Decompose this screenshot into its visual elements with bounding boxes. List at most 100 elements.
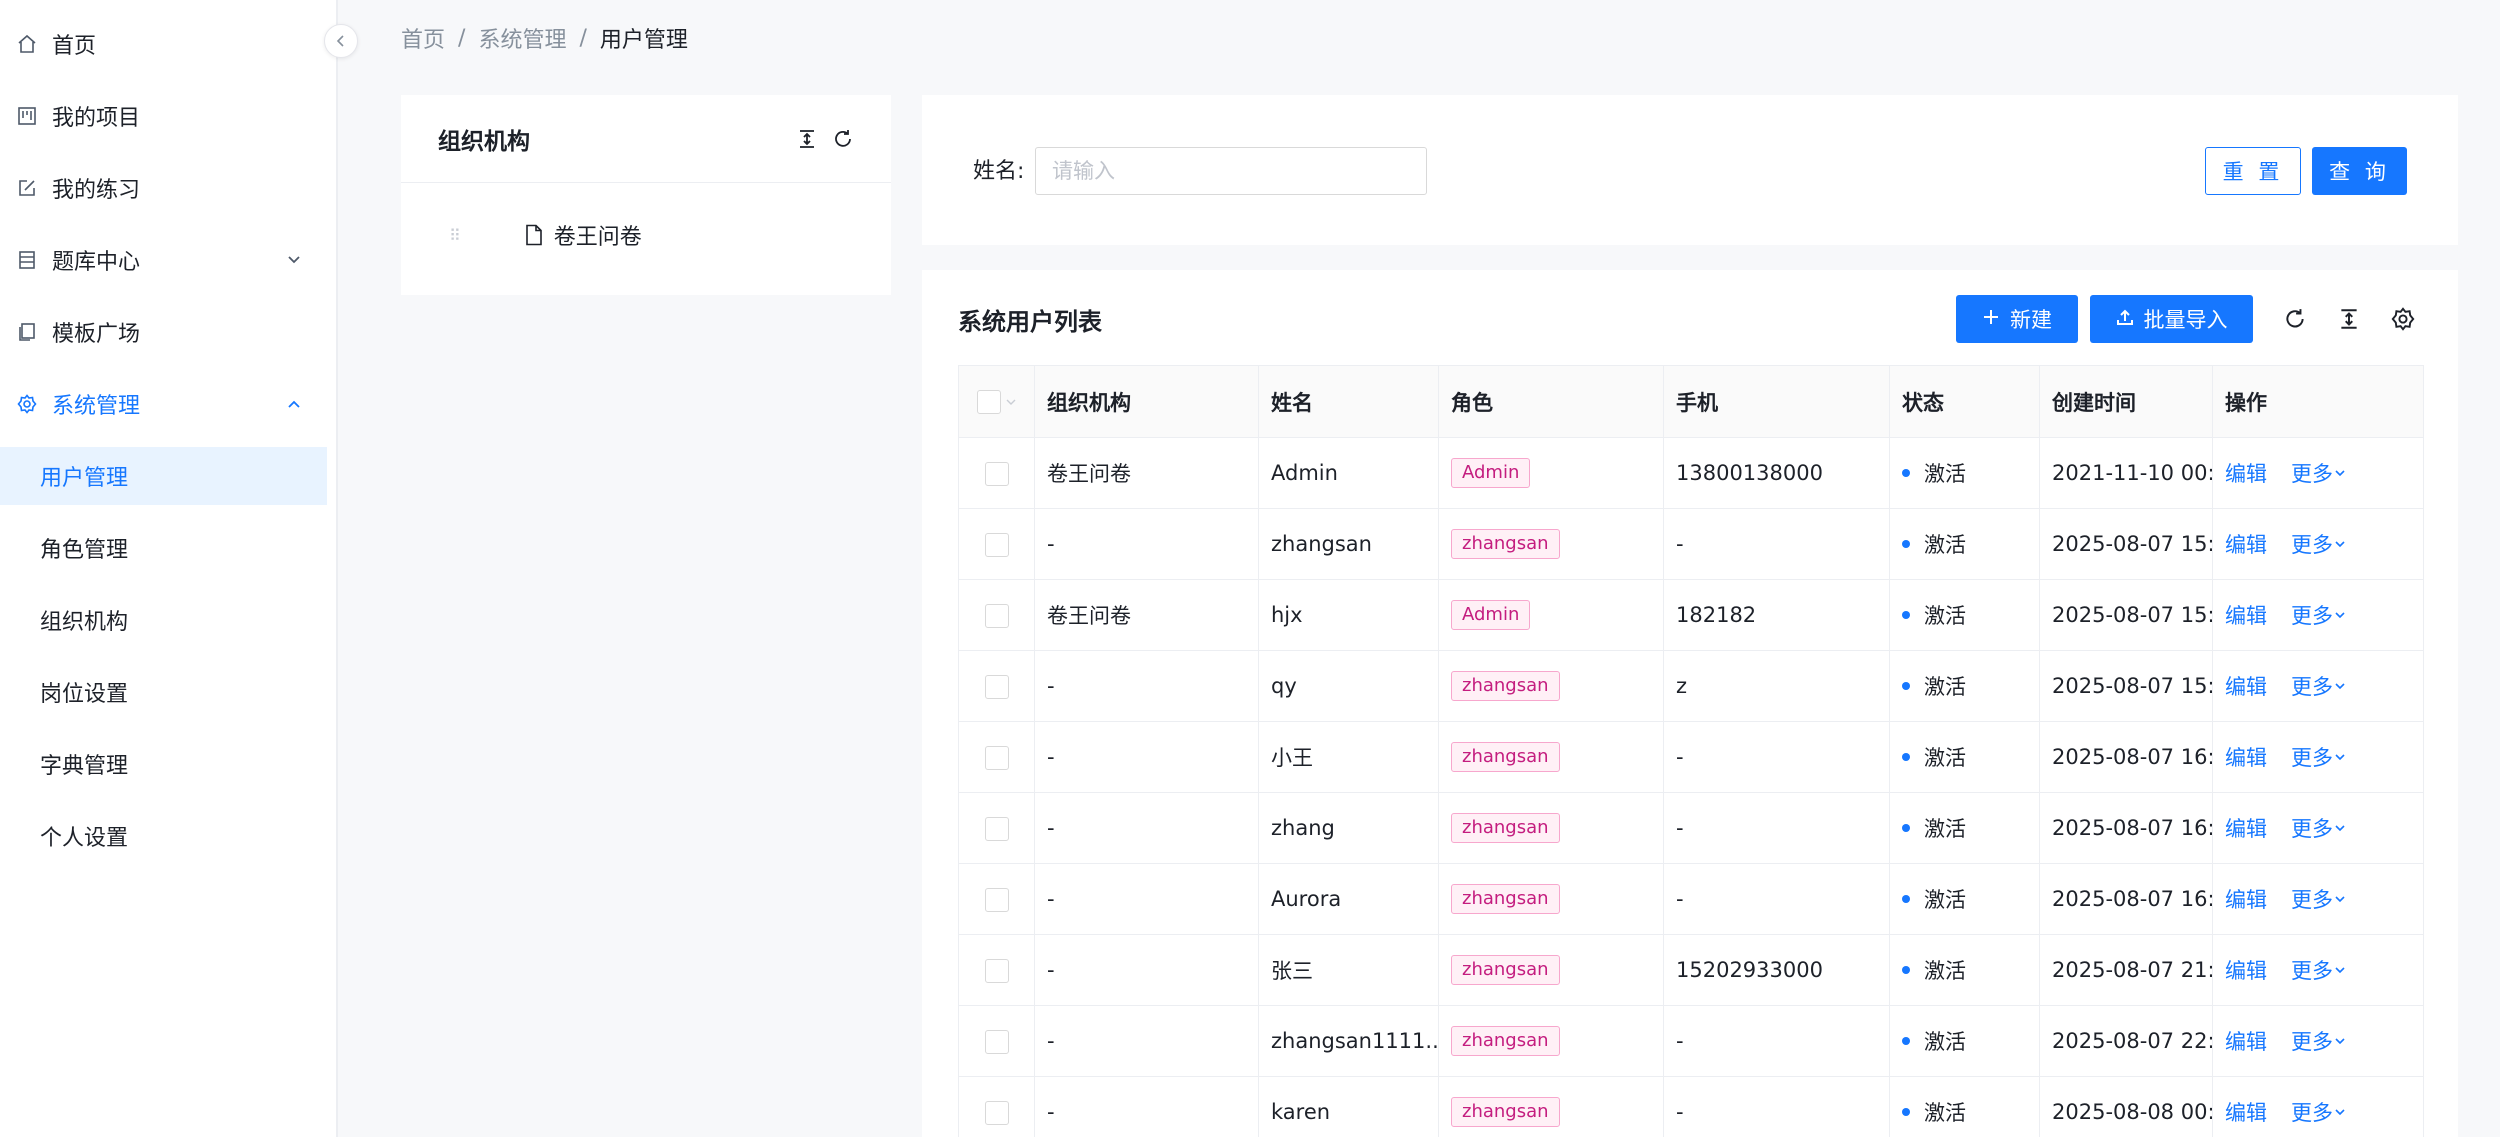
more-dropdown[interactable]: 更多 bbox=[2291, 671, 2347, 701]
plus-icon bbox=[1982, 307, 2000, 331]
row-checkbox[interactable] bbox=[984, 745, 1009, 770]
row-checkbox[interactable] bbox=[984, 1100, 1009, 1125]
org-panel-header: 组织机构 bbox=[401, 95, 891, 183]
refresh-icon[interactable] bbox=[832, 128, 854, 150]
more-dropdown[interactable]: 更多 bbox=[2291, 458, 2347, 488]
reset-button[interactable]: 重 置 bbox=[2205, 147, 2301, 195]
cell-phone: 182182 bbox=[1663, 579, 1890, 651]
edit-link[interactable]: 编辑 bbox=[2225, 533, 2267, 557]
status-text: 激活 bbox=[1924, 462, 1966, 486]
cell-org: - bbox=[1034, 792, 1259, 864]
cell-role: zhangsan bbox=[1438, 1005, 1664, 1077]
sidebar-item-profile[interactable]: 个人设置 bbox=[0, 807, 327, 865]
chevron-down-icon[interactable] bbox=[1005, 396, 1017, 408]
sidebar-item-templates[interactable]: 模板广场 bbox=[0, 303, 327, 361]
chevron-down-icon bbox=[2335, 1038, 2345, 1045]
sidebar-item-org[interactable]: 组织机构 bbox=[0, 591, 327, 649]
more-label: 更多 bbox=[2291, 817, 2333, 841]
table-row: -zhangzhangsan-激活2025-08-07 16:19编辑更多 bbox=[958, 792, 2424, 864]
row-checkbox[interactable] bbox=[984, 958, 1009, 983]
edit-link[interactable]: 编辑 bbox=[2225, 959, 2267, 983]
cell-created: 2021-11-10 00:56 bbox=[2039, 437, 2213, 509]
chevron-up-icon bbox=[285, 394, 303, 419]
more-dropdown[interactable]: 更多 bbox=[2291, 1097, 2347, 1127]
more-dropdown[interactable]: 更多 bbox=[2291, 884, 2347, 914]
select-all-checkbox[interactable] bbox=[976, 389, 1001, 414]
file-icon bbox=[524, 224, 544, 246]
sidebar-item-question-bank[interactable]: 题库中心 bbox=[0, 231, 327, 289]
row-checkbox[interactable] bbox=[984, 816, 1009, 841]
density-icon[interactable] bbox=[2336, 306, 2362, 332]
bulk-import-button[interactable]: 批量导入 bbox=[2090, 295, 2253, 343]
more-dropdown[interactable]: 更多 bbox=[2291, 955, 2347, 985]
cell-status: 激活 bbox=[1889, 508, 2040, 580]
edit-link[interactable]: 编辑 bbox=[2225, 1101, 2267, 1125]
sidebar-item-system[interactable]: 系统管理 bbox=[0, 375, 327, 433]
row-checkbox[interactable] bbox=[984, 461, 1009, 486]
cell-role: zhangsan bbox=[1438, 1076, 1664, 1137]
chevron-down-icon bbox=[285, 250, 303, 275]
cell-created: 2025-08-07 15:27 bbox=[2039, 650, 2213, 722]
collapse-all-icon[interactable] bbox=[796, 128, 818, 150]
cell-created: 2025-08-07 16:26 bbox=[2039, 863, 2213, 935]
more-label: 更多 bbox=[2291, 533, 2333, 557]
status-dot-icon bbox=[1902, 966, 1910, 974]
refresh-icon[interactable] bbox=[2282, 306, 2308, 332]
row-checkbox[interactable] bbox=[984, 1029, 1009, 1054]
row-checkbox[interactable] bbox=[984, 674, 1009, 699]
role-tag: zhangsan bbox=[1451, 955, 1560, 985]
cell-role: zhangsan bbox=[1438, 721, 1664, 793]
sidebar-item-positions[interactable]: 岗位设置 bbox=[0, 663, 327, 721]
cell-status: 激活 bbox=[1889, 1005, 2040, 1077]
row-checkbox[interactable] bbox=[984, 603, 1009, 628]
row-select-cell bbox=[958, 863, 1035, 935]
breadcrumb-separator: / bbox=[579, 25, 587, 51]
cell-name: karen bbox=[1258, 1076, 1439, 1137]
table-row: -小王zhangsan-激活2025-08-07 16:08编辑更多 bbox=[958, 721, 2424, 793]
cell-actions: 编辑 更多 bbox=[2212, 1076, 2424, 1137]
sidebar-item-roles[interactable]: 角色管理 bbox=[0, 519, 327, 577]
settings-icon[interactable] bbox=[2390, 306, 2416, 332]
chevron-down-icon bbox=[2335, 470, 2345, 477]
new-user-button[interactable]: 新建 bbox=[1956, 295, 2078, 343]
sidebar-item-users[interactable]: 用户管理 bbox=[0, 447, 327, 505]
cell-actions: 编辑 更多 bbox=[2212, 508, 2424, 580]
row-select-cell bbox=[958, 650, 1035, 722]
edit-link[interactable]: 编辑 bbox=[2225, 817, 2267, 841]
row-checkbox[interactable] bbox=[984, 887, 1009, 912]
status-dot-icon bbox=[1902, 753, 1910, 761]
column-header-created: 创建时间 bbox=[2039, 365, 2213, 438]
edit-link[interactable]: 编辑 bbox=[2225, 1030, 2267, 1054]
more-dropdown[interactable]: 更多 bbox=[2291, 742, 2347, 772]
more-dropdown[interactable]: 更多 bbox=[2291, 600, 2347, 630]
breadcrumb-system[interactable]: 系统管理 bbox=[478, 22, 566, 54]
bulk-import-label: 批量导入 bbox=[2143, 308, 2228, 332]
cell-role: zhangsan bbox=[1438, 863, 1664, 935]
breadcrumb-home[interactable]: 首页 bbox=[401, 22, 445, 54]
collapse-sidebar-button[interactable] bbox=[324, 24, 358, 58]
row-select-cell bbox=[958, 1005, 1035, 1077]
edit-link[interactable]: 编辑 bbox=[2225, 746, 2267, 770]
sidebar-item-home[interactable]: 首页 bbox=[0, 15, 327, 73]
more-dropdown[interactable]: 更多 bbox=[2291, 813, 2347, 843]
drag-handle-icon[interactable]: ⠿ bbox=[449, 226, 462, 245]
sidebar-item-practice[interactable]: 我的练习 bbox=[0, 159, 327, 217]
more-dropdown[interactable]: 更多 bbox=[2291, 1026, 2347, 1056]
edit-link[interactable]: 编辑 bbox=[2225, 675, 2267, 699]
edit-link[interactable]: 编辑 bbox=[2225, 604, 2267, 628]
chevron-down-icon bbox=[2335, 825, 2345, 832]
more-dropdown[interactable]: 更多 bbox=[2291, 529, 2347, 559]
role-tag: zhangsan bbox=[1451, 671, 1560, 701]
query-button[interactable]: 查 询 bbox=[2312, 147, 2407, 195]
edit-link[interactable]: 编辑 bbox=[2225, 462, 2267, 486]
user-table-card: 系统用户列表 新建 批量导入 组织机构 姓名 角色 手机 状态 创建时间 操作 … bbox=[922, 270, 2458, 1137]
tree-node[interactable]: ⠿ 卷王问卷 bbox=[401, 183, 891, 287]
name-search-input[interactable] bbox=[1035, 147, 1427, 195]
edit-link[interactable]: 编辑 bbox=[2225, 888, 2267, 912]
more-label: 更多 bbox=[2291, 604, 2333, 628]
sidebar-item-dictionary[interactable]: 字典管理 bbox=[0, 735, 327, 793]
row-checkbox[interactable] bbox=[984, 532, 1009, 557]
cell-actions: 编辑 更多 bbox=[2212, 650, 2424, 722]
breadcrumb: 首页 / 系统管理 / 用户管理 bbox=[401, 22, 688, 54]
sidebar-item-projects[interactable]: 我的项目 bbox=[0, 87, 327, 145]
